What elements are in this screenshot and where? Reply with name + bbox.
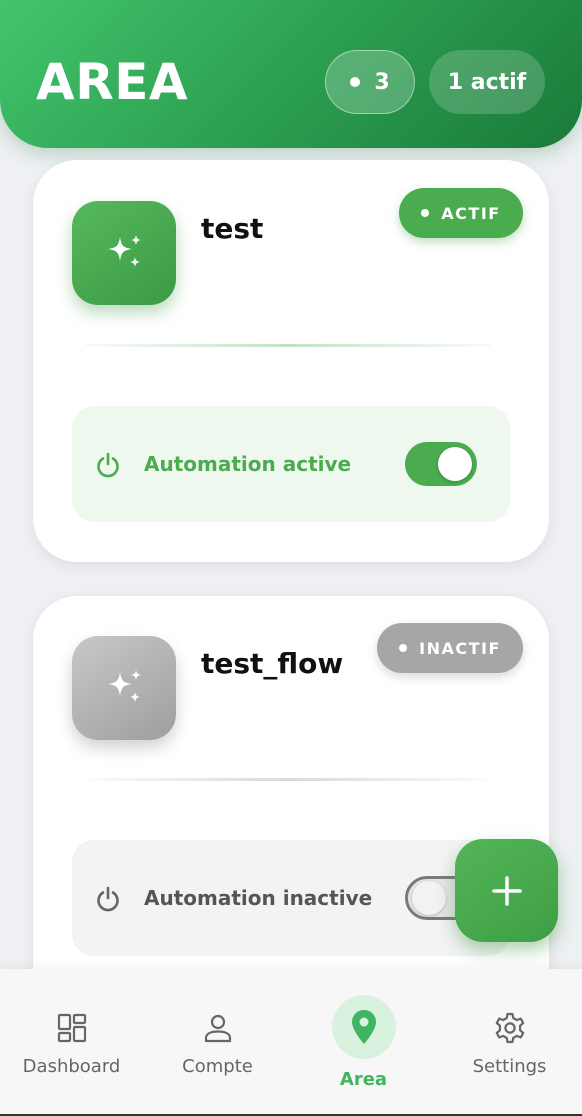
location-pin-icon [351,1010,376,1044]
count-badge-label: 3 [374,69,390,95]
automation-label: Automation inactive [144,886,373,910]
status-badge: INACTIF [377,623,523,673]
count-badge[interactable]: 3 [325,50,415,114]
power-icon [97,452,119,478]
automation-row: Automation inactive [72,840,510,956]
area-card-title: test_flow [201,647,344,680]
status-badge-label: INACTIF [419,638,501,658]
nav-icon-wrap [331,995,396,1059]
nav-item-dashboard[interactable]: Dashboard [0,969,144,1116]
dot-icon [350,77,361,87]
user-icon [204,1014,231,1043]
automation-row: Automation active [72,406,510,522]
area-card-icon [72,201,176,305]
active-count-badge[interactable]: 1 actif [429,50,545,114]
power-icon [97,886,119,912]
nav-label: Compte [182,1056,253,1077]
sparkles-icon [108,670,141,702]
divider [85,778,491,781]
divider [85,344,491,347]
app-header: AREA 3 1 actif [0,0,582,148]
nav-item-settings[interactable]: Settings [437,969,582,1116]
automation-label: Automation active [144,452,352,476]
add-area-button[interactable] [455,839,558,942]
sparkles-icon [108,235,141,267]
status-badge-label: ACTIF [441,203,501,223]
nav-icon-wrap [201,1011,235,1045]
nav-label: Dashboard [22,1056,121,1077]
dashboard-icon [57,1013,86,1043]
status-badge: ACTIF [399,188,523,238]
nav-item-compte[interactable]: Compte [145,969,290,1116]
area-card[interactable]: test ACTIF Automation active [33,160,549,562]
nav-icon-wrap [493,1011,527,1045]
dot-icon [399,644,408,652]
area-card[interactable]: test_flow INACTIF Automation inactive [33,596,549,1016]
automation-toggle[interactable] [405,442,477,486]
nav-icon-wrap [55,1011,89,1045]
plus-icon [491,875,522,906]
gear-icon [495,1012,524,1044]
nav-label: Area [339,1069,388,1090]
toggle-knob [412,881,446,915]
area-card-icon [72,636,176,740]
nav-item-area[interactable]: Area [291,969,436,1116]
bottom-nav: Dashboard Compte Area Settings [0,969,582,1116]
toggle-knob [438,447,472,481]
page-title: AREA [36,53,189,111]
area-card-title: test [201,212,264,245]
dot-icon [421,209,430,217]
active-count-label: 1 actif [447,69,527,95]
nav-label: Settings [472,1056,547,1077]
